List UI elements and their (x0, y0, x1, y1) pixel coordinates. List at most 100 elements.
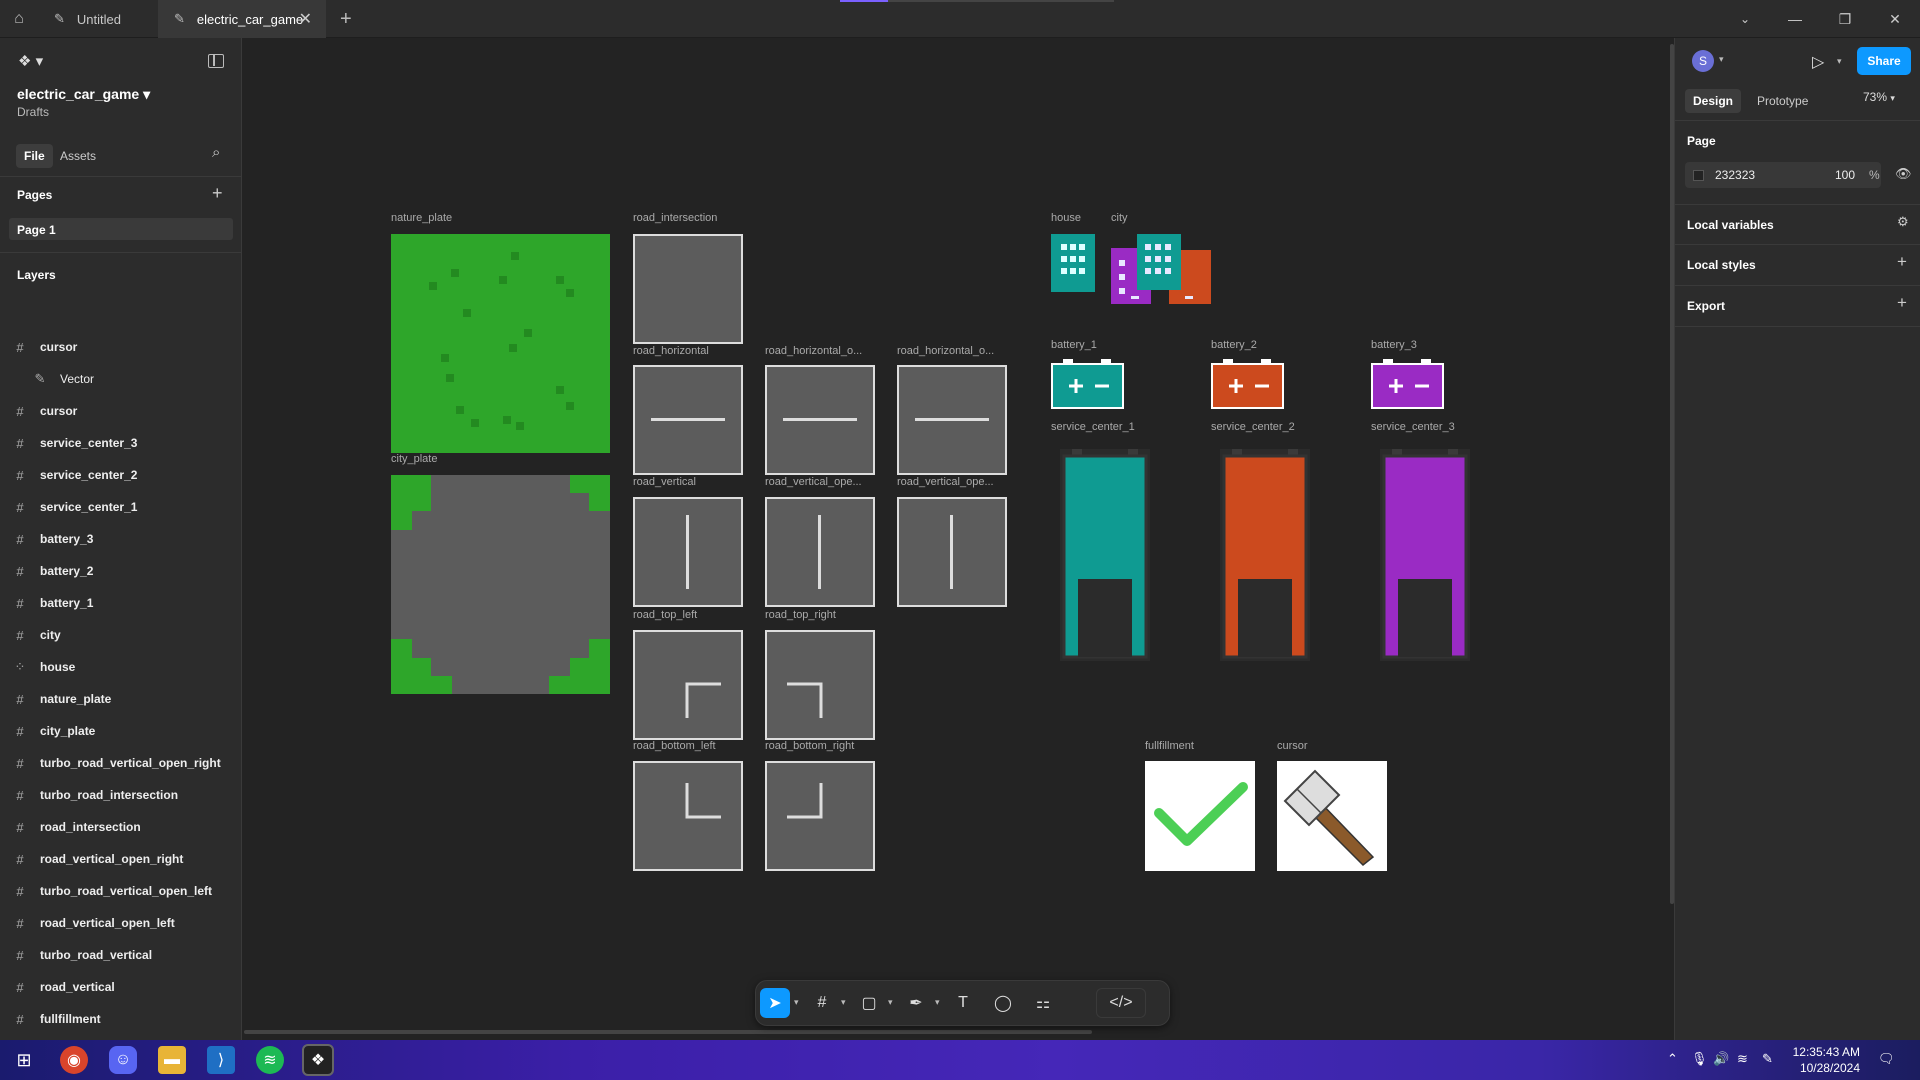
frame-label[interactable]: battery_3 (1371, 339, 1417, 351)
layer-item[interactable]: ✎ Vector (0, 366, 242, 392)
close-icon[interactable]: ✕ (299, 9, 312, 29)
sliders-icon[interactable]: ⚙ (1897, 214, 1909, 230)
service-center-1-sprite[interactable] (1060, 449, 1150, 661)
tab-assets[interactable]: Assets (52, 144, 104, 168)
window-close-button[interactable]: ✕ (1870, 0, 1920, 38)
layer-item[interactable]: # turbo_road_vertical_open_right (0, 750, 242, 776)
road-horizontal-open-tile[interactable] (765, 365, 875, 475)
add-style-button[interactable]: + (1897, 252, 1907, 272)
chevron-down-icon[interactable]: ▾ (1719, 54, 1724, 65)
tab-file[interactable]: File (16, 144, 53, 168)
layer-item[interactable]: ⁘ house (0, 654, 242, 680)
chevron-down-icon[interactable]: ▾ (888, 997, 893, 1008)
clock[interactable]: 12:35:43 AM 10/28/2024 (1793, 1044, 1860, 1076)
microphone-icon[interactable]: 🎙 (1691, 1051, 1708, 1067)
frame-label[interactable]: battery_1 (1051, 339, 1097, 351)
frame-label[interactable]: service_center_3 (1371, 421, 1455, 433)
frame-label[interactable]: road_bottom_right (765, 740, 854, 752)
wifi-icon[interactable]: ≋ (1737, 1051, 1748, 1067)
chevron-down-icon[interactable]: ▾ (1837, 56, 1842, 67)
new-tab-button[interactable]: + (340, 8, 352, 31)
restore-button[interactable]: ❐ (1820, 0, 1870, 38)
comment-tool-icon[interactable]: ◯ (988, 988, 1018, 1018)
chevron-down-icon[interactable]: ⌄ (1720, 0, 1770, 38)
page-background-field[interactable]: 232323 100 % (1685, 162, 1881, 188)
rectangle-tool-icon[interactable]: ▢ (854, 988, 884, 1018)
house-sprite[interactable] (1051, 234, 1095, 292)
road-horizontal-tile[interactable] (633, 365, 743, 475)
frame-label[interactable]: road_intersection (633, 212, 717, 224)
frame-label[interactable]: road_bottom_left (633, 740, 716, 752)
layer-item[interactable]: # road_intersection (0, 814, 242, 840)
pen-tool-icon[interactable]: ✒ (901, 988, 931, 1018)
chrome-icon[interactable]: ◉ (60, 1046, 88, 1074)
tab-electric-car-game[interactable]: ✎ electric_car_game ✕ (158, 0, 326, 38)
frame-label[interactable]: service_center_1 (1051, 421, 1135, 433)
layer-item[interactable]: # battery_2 (0, 558, 242, 584)
spotify-icon[interactable]: ≋ (256, 1046, 284, 1074)
service-center-2-sprite[interactable] (1220, 449, 1310, 661)
layer-item[interactable]: # road_vertical_open_left (0, 910, 242, 936)
layer-item[interactable]: # service_center_3 (0, 430, 242, 456)
tab-prototype[interactable]: Prototype (1749, 89, 1816, 113)
battery-3-sprite[interactable] (1371, 359, 1444, 409)
actions-tool-icon[interactable]: ⚏ (1028, 988, 1058, 1018)
chevron-down-icon[interactable]: ▾ (794, 997, 799, 1008)
road-intersection-tile[interactable] (633, 234, 743, 344)
layer-item[interactable]: # city_plate (0, 718, 242, 744)
road-top-right-tile[interactable] (765, 630, 875, 740)
file-explorer-icon[interactable]: ▬ (158, 1046, 186, 1074)
frame-label[interactable]: road_top_left (633, 609, 697, 621)
road-vertical-tile[interactable] (633, 497, 743, 607)
background-hex[interactable]: 232323 (1715, 168, 1755, 182)
road-top-left-tile[interactable] (633, 630, 743, 740)
tab-design[interactable]: Design (1685, 89, 1742, 113)
frame-label[interactable]: road_vertical_ope... (897, 476, 994, 488)
layer-item[interactable]: # road_vertical (0, 974, 242, 1000)
frame-label[interactable]: battery_2 (1211, 339, 1257, 351)
frame-label[interactable]: road_horizontal_o... (765, 345, 862, 357)
battery-2-sprite[interactable] (1211, 359, 1284, 409)
chevron-down-icon[interactable]: ▾ (935, 997, 940, 1008)
add-export-button[interactable]: + (1897, 293, 1907, 313)
frame-label[interactable]: service_center_2 (1211, 421, 1295, 433)
frame-label[interactable]: road_vertical_ope... (765, 476, 862, 488)
background-opacity[interactable]: 100 (1835, 168, 1855, 182)
frame-label[interactable]: cursor (1277, 740, 1308, 752)
layer-item[interactable]: # turbo_road_intersection (0, 782, 242, 808)
frame-label[interactable]: fullfillment (1145, 740, 1194, 752)
sidebar-toggle-icon[interactable] (208, 54, 224, 68)
vscode-icon[interactable]: ⟩ (207, 1046, 235, 1074)
eye-icon[interactable]: 👁 (1895, 166, 1912, 182)
layer-item[interactable]: # cursor (0, 334, 242, 360)
layer-item[interactable]: # battery_1 (0, 590, 242, 616)
local-styles[interactable]: Local styles (1687, 258, 1756, 272)
windows-start-icon[interactable]: ⊞ (10, 1046, 38, 1074)
layer-item[interactable]: # cursor (0, 398, 242, 424)
file-location[interactable]: Drafts (17, 105, 49, 119)
hammer-cursor-sprite[interactable] (1277, 761, 1387, 871)
pen-icon[interactable]: ✎ (1762, 1051, 1773, 1067)
frame-label[interactable]: city_plate (391, 453, 437, 465)
page-item[interactable]: Page 1 (9, 218, 233, 240)
figma-icon[interactable]: ❖ (302, 1044, 334, 1076)
share-button[interactable]: Share (1857, 47, 1911, 75)
text-tool-icon[interactable]: T (948, 988, 978, 1018)
file-name[interactable]: electric_car_game ▾ (17, 86, 150, 103)
tab-untitled[interactable]: ✎ Untitled (38, 0, 158, 38)
present-play-icon[interactable]: ▷ (1812, 52, 1824, 72)
road-bottom-left-tile[interactable] (633, 761, 743, 871)
road-bottom-right-tile[interactable] (765, 761, 875, 871)
figma-menu-icon[interactable]: ❖ ▾ (18, 52, 43, 70)
layer-item[interactable]: # turbo_road_vertical (0, 942, 242, 968)
frame-tool-icon[interactable]: # (807, 988, 837, 1018)
move-tool-icon[interactable]: ➤ (760, 988, 790, 1018)
frame-label[interactable]: road_vertical (633, 476, 696, 488)
frame-label[interactable]: road_top_right (765, 609, 836, 621)
layer-item[interactable]: # city (0, 622, 242, 648)
layer-item[interactable]: # service_center_2 (0, 462, 242, 488)
frame-label[interactable]: nature_plate (391, 212, 452, 224)
service-center-3-sprite[interactable] (1380, 449, 1470, 661)
city-sprite[interactable] (1111, 234, 1211, 304)
frame-label[interactable]: road_horizontal (633, 345, 709, 357)
